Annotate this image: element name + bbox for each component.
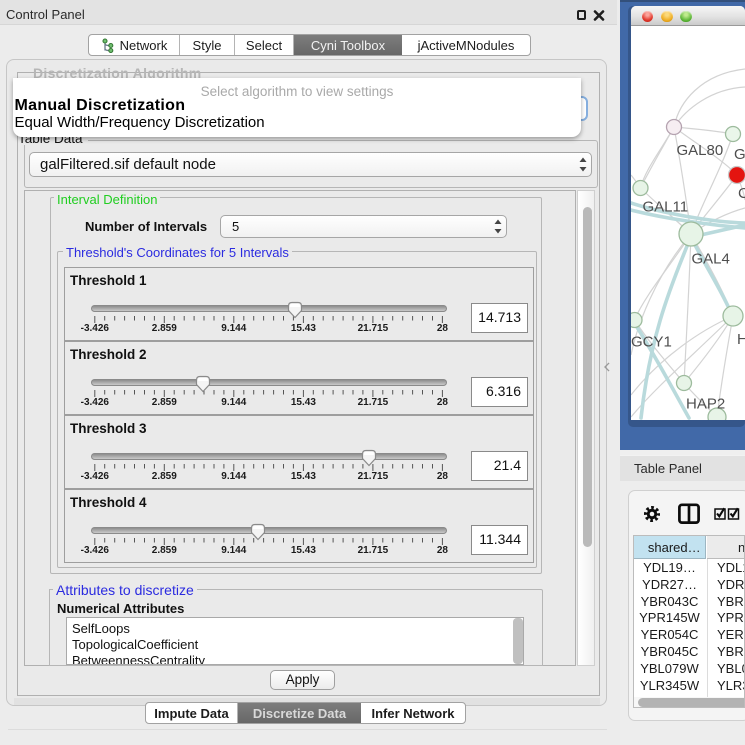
svg-text:H: H (737, 331, 745, 348)
svg-text:GCY1: GCY1 (631, 334, 672, 351)
svg-text:GA: GA (734, 146, 745, 163)
svg-text:HAP2: HAP2 (686, 396, 725, 413)
svg-text:GAL11: GAL11 (643, 199, 689, 216)
svg-text:CA: CA (738, 185, 745, 202)
svg-text:GAL80: GAL80 (677, 142, 724, 159)
svg-text:GAL4: GAL4 (692, 251, 730, 268)
